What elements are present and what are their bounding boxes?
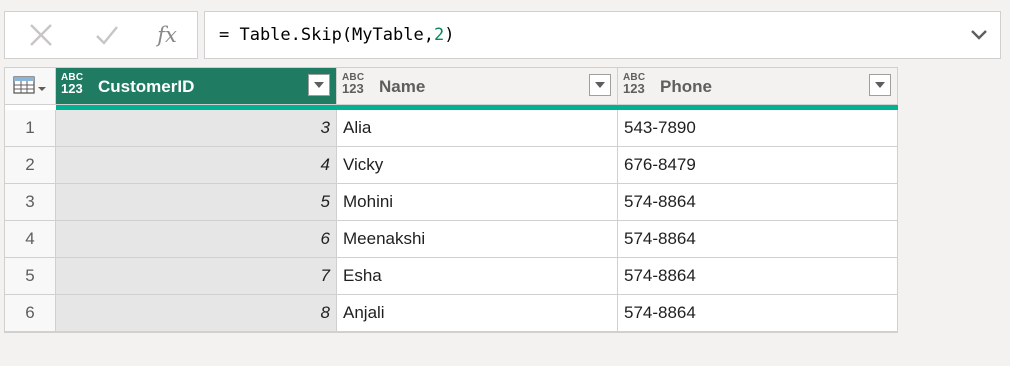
data-grid: ABC 123 CustomerID ABC 123 Name ABC 123 … <box>4 67 898 333</box>
type-label-bottom: 123 <box>61 81 83 96</box>
type-any-icon[interactable]: ABC 123 <box>623 73 651 96</box>
formula-number: 2 <box>433 25 445 45</box>
type-any-icon[interactable]: ABC 123 <box>342 73 370 96</box>
table-cell-phone[interactable]: 543-7890 <box>618 110 898 147</box>
table-icon <box>13 76 46 94</box>
close-icon[interactable] <box>23 19 59 51</box>
table-cell-customerid[interactable]: 6 <box>56 221 337 258</box>
check-icon[interactable] <box>89 19 125 51</box>
formula-prefix: = Table.Skip(MyTable, <box>219 25 434 45</box>
table-cell-customerid[interactable]: 3 <box>56 110 337 147</box>
type-label-bottom: 123 <box>342 81 364 96</box>
table-cell-name[interactable]: Anjali <box>337 295 618 332</box>
table-cell-phone[interactable]: 574-8864 <box>618 221 898 258</box>
table-cell-name[interactable]: Mohini <box>337 184 618 221</box>
row-number[interactable]: 1 <box>5 110 56 147</box>
fx-icon[interactable]: fx <box>149 19 185 51</box>
table-cell-customerid[interactable]: 8 <box>56 295 337 332</box>
table-cell-customerid[interactable]: 4 <box>56 147 337 184</box>
table-cell-phone[interactable]: 574-8864 <box>618 184 898 221</box>
table-cell-name[interactable]: Alia <box>337 110 618 147</box>
table-cell-name[interactable]: Vicky <box>337 147 618 184</box>
table-cell-phone[interactable]: 574-8864 <box>618 295 898 332</box>
row-number[interactable]: 3 <box>5 184 56 221</box>
column-title: CustomerID <box>98 77 195 96</box>
chevron-down-icon <box>314 82 324 88</box>
formula-input[interactable]: = Table.Skip(MyTable,2) <box>204 11 1001 59</box>
column-title: Phone <box>660 77 712 96</box>
chevron-down-icon[interactable] <box>968 24 990 46</box>
type-any-icon[interactable]: ABC 123 <box>61 73 89 96</box>
type-label-bottom: 123 <box>623 81 645 96</box>
filter-dropdown-button[interactable] <box>308 74 330 96</box>
column-header-name[interactable]: ABC 123 Name <box>337 68 618 105</box>
chevron-down-icon <box>595 82 605 88</box>
formula-text: = Table.Skip(MyTable,2) <box>219 25 454 45</box>
row-number[interactable]: 2 <box>5 147 56 184</box>
table-menu-button[interactable] <box>5 68 56 105</box>
table-cell-customerid[interactable]: 5 <box>56 184 337 221</box>
formula-bar-buttons: fx <box>4 11 198 59</box>
formula-bar: fx = Table.Skip(MyTable,2) <box>4 11 1001 59</box>
table-cell-phone[interactable]: 676-8479 <box>618 147 898 184</box>
filter-dropdown-button[interactable] <box>589 74 611 96</box>
chevron-down-icon <box>875 82 885 88</box>
column-title: Name <box>379 77 426 96</box>
table-cell-customerid[interactable]: 7 <box>56 258 337 295</box>
row-number[interactable]: 4 <box>5 221 56 258</box>
column-header-customerid[interactable]: ABC 123 CustomerID <box>56 68 337 105</box>
row-number[interactable]: 6 <box>5 295 56 332</box>
formula-suffix: ) <box>444 25 455 45</box>
table-cell-phone[interactable]: 574-8864 <box>618 258 898 295</box>
column-header-phone[interactable]: ABC 123 Phone <box>618 68 898 105</box>
filter-dropdown-button[interactable] <box>869 74 891 96</box>
row-number[interactable]: 5 <box>5 258 56 295</box>
table-cell-name[interactable]: Esha <box>337 258 618 295</box>
table-cell-name[interactable]: Meenakshi <box>337 221 618 258</box>
